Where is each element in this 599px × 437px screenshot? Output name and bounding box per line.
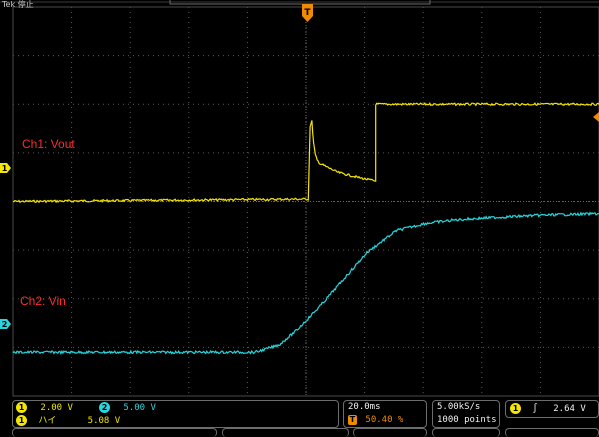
brand-status: Tek 停止 (2, 0, 34, 9)
trigger-box[interactable]: 1 ∫ 2.64 V (505, 400, 599, 418)
ch2-annotation: Ch2: Vin (20, 294, 66, 308)
acquisition-box[interactable]: 5.00kS/s 1000 points (432, 400, 500, 428)
ch1-extra-value: 5.08 V (87, 416, 121, 426)
trigger-marker-label: T (304, 8, 311, 18)
sample-rate: 5.00kS/s (437, 402, 481, 412)
lower-box-3 (353, 428, 427, 437)
lower-box-1 (12, 428, 217, 437)
trigger-level: 2.64 V (553, 404, 586, 414)
ch1-scale-row: 1 2.00 V (16, 402, 73, 414)
record-length: 1000 points (437, 415, 497, 425)
ch1-extra-label: ハイ (38, 416, 57, 426)
ch1-extra-row: 1 ハイ 5.08 V (16, 415, 120, 427)
ch1-annotation: Ch1: Vout (22, 137, 75, 151)
header-bar (0, 0, 599, 5)
trigger-position-marker[interactable]: T (302, 4, 313, 22)
ch1-badge-extra: 1 (16, 415, 27, 426)
channel-scale-box[interactable]: 1 2.00 V 2 5.00 V 1 ハイ 5.08 V (12, 400, 339, 428)
ch1-ground-marker[interactable]: 1 (0, 163, 11, 173)
trigger-row: 1 ∫ 2.64 V (510, 403, 586, 415)
graticule (12, 6, 599, 397)
status-bar: 1 2.00 V 2 5.00 V 1 ハイ 5.08 V 20.0ms T 5… (0, 397, 599, 437)
timebase: 20.0ms (348, 402, 381, 412)
ch1-badge: 1 (16, 402, 27, 413)
ch1-scale: 2.00 V (40, 403, 73, 413)
trigger-position-icon: T (348, 415, 357, 425)
svg-text:2: 2 (2, 320, 8, 329)
ch2-scale-row: 2 5.00 V (99, 402, 156, 414)
lower-box-5 (505, 428, 599, 437)
trigger-source: 1 (510, 403, 521, 414)
svg-text:1: 1 (2, 164, 8, 173)
lower-box-4 (432, 428, 500, 437)
trigger-position: 50.40 % (365, 415, 404, 425)
trigger-level-arrow[interactable] (593, 112, 599, 122)
trigger-slope-icon: ∫ (532, 404, 538, 414)
timebase-box[interactable]: 20.0ms T 50.40 % (343, 400, 427, 428)
ch2-ground-marker[interactable]: 2 (0, 319, 11, 329)
oscilloscope-screen: T 1 2 (0, 0, 599, 397)
ch2-badge: 2 (99, 402, 110, 413)
ch2-scale: 5.00 V (123, 403, 156, 413)
lower-box-2 (222, 428, 349, 437)
trigger-position-row: T 50.40 % (348, 415, 403, 426)
